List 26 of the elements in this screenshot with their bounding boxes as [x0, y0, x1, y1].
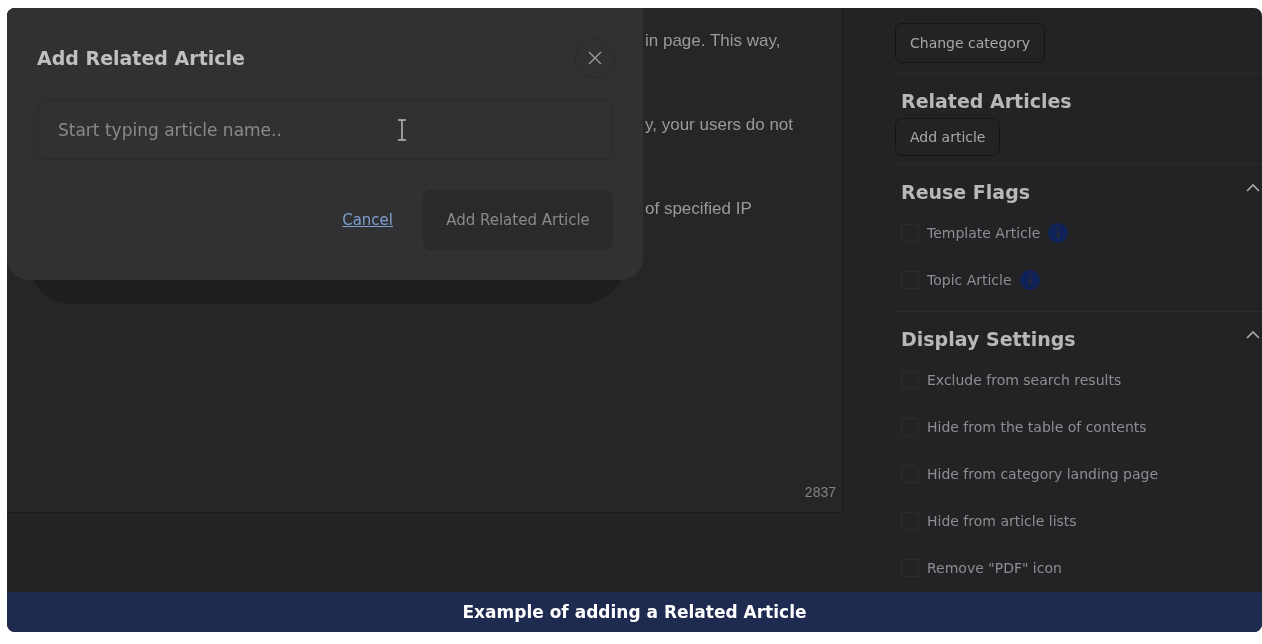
checkbox-label: Topic Article: [927, 271, 1012, 288]
caption-text: Example of adding a Related Article: [462, 602, 807, 622]
dialog-title: Add Related Article: [37, 47, 245, 69]
section-heading: Related Articles: [901, 90, 1072, 112]
section-heading: Reuse Flags: [901, 181, 1031, 203]
body-text: y, your users do not: [645, 114, 795, 136]
cancel-link[interactable]: Cancel: [342, 211, 393, 229]
checkbox-label: Remove "PDF" icon: [927, 559, 1062, 576]
close-icon: [588, 51, 602, 65]
body-text: of specified IP: [645, 198, 753, 220]
article-search-field[interactable]: Start typing article name..: [37, 100, 613, 160]
character-count: 2837: [804, 484, 836, 500]
add-article-button[interactable]: Add article: [895, 118, 1001, 156]
checkbox-label: Hide from the table of contents: [927, 418, 1147, 435]
checkbox-label: Exclude from search results: [927, 371, 1122, 388]
checkbox-label: Hide from article lists: [927, 512, 1077, 529]
info-icon[interactable]: [1019, 269, 1040, 290]
chevron-up-icon[interactable]: [1246, 183, 1260, 193]
chevron-up-icon[interactable]: [1246, 330, 1260, 340]
change-category-button[interactable]: Change category: [895, 23, 1045, 63]
checkbox-label: Hide from category landing page: [927, 465, 1158, 482]
checkbox-label: Template Article: [927, 224, 1041, 241]
text-cursor-icon: [397, 119, 407, 141]
body-text: in page. This way,: [645, 30, 782, 52]
section-heading: Display Settings: [901, 328, 1076, 350]
info-icon[interactable]: [1048, 222, 1069, 243]
